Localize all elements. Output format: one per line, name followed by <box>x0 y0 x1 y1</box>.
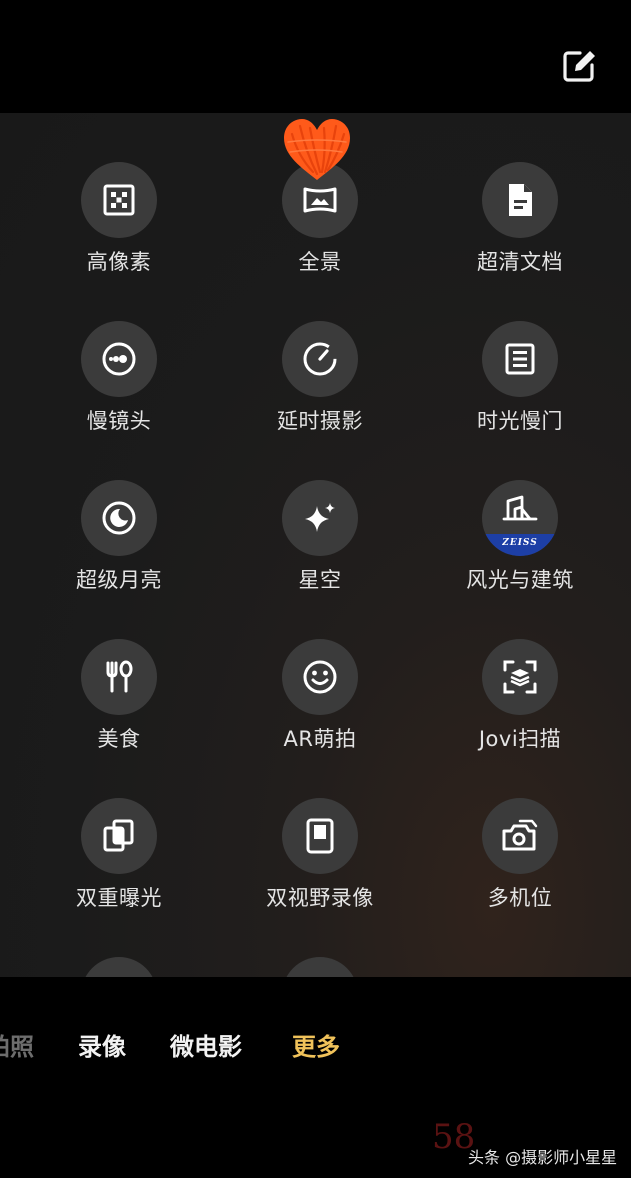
landscape-architecture-icon: ZEISS <box>482 480 558 556</box>
mode-label: 延时摄影 <box>277 409 363 433</box>
mode-label: 高像素 <box>86 250 152 274</box>
mode-label: 双重曝光 <box>76 886 162 910</box>
mode-dual-view[interactable]: 双视野录像 <box>220 798 420 928</box>
mode-double-exposure[interactable]: 双重曝光 <box>19 798 219 928</box>
edit-icon[interactable] <box>560 47 598 85</box>
partial-mode-icon[interactable] <box>282 957 358 977</box>
mode-multi-camera[interactable]: 多机位 <box>420 798 620 928</box>
mode-food[interactable]: 美食 <box>19 639 219 769</box>
mode-label: 双视野录像 <box>266 886 374 910</box>
mode-tab-bar: 拍照 录像 微电影 更多 58 头条 @摄影师小星星 <box>0 977 631 1178</box>
slow-motion-icon <box>81 321 157 397</box>
mode-super-moon[interactable]: 超级月亮 <box>19 480 219 610</box>
scan-icon <box>482 639 558 715</box>
high-pixel-icon <box>81 162 157 238</box>
mode-slow-shutter[interactable]: 时光慢门 <box>420 321 620 451</box>
mode-label: 全景 <box>298 250 342 274</box>
mode-ar[interactable]: AR萌拍 <box>220 639 420 769</box>
mode-starry-sky[interactable]: 星空 <box>220 480 420 610</box>
mode-high-pixel[interactable]: 高像素 <box>19 162 219 292</box>
mode-grid: 高像素 全景 超清文档 慢镜头 延时摄影 时光慢门 超级月亮 星空 ZEISS … <box>0 113 631 977</box>
mode-slow-motion[interactable]: 慢镜头 <box>19 321 219 451</box>
food-icon <box>81 639 157 715</box>
smiley-icon <box>282 639 358 715</box>
mode-label: AR萌拍 <box>283 727 357 751</box>
top-bar <box>0 0 631 113</box>
slow-shutter-icon <box>482 321 558 397</box>
partial-mode-icon[interactable] <box>81 957 157 977</box>
tab-more[interactable]: 更多 <box>292 1027 340 1062</box>
mode-label: 超级月亮 <box>76 568 162 592</box>
moon-icon <box>81 480 157 556</box>
mode-label: 慢镜头 <box>86 409 152 433</box>
mode-document[interactable]: 超清文档 <box>420 162 620 292</box>
starry-sky-icon <box>282 480 358 556</box>
timelapse-icon <box>282 321 358 397</box>
mode-label: 美食 <box>97 727 141 751</box>
zeiss-badge: ZEISS <box>482 534 558 556</box>
double-exposure-icon <box>81 798 157 874</box>
tab-micro-film[interactable]: 微电影 <box>170 1027 242 1062</box>
mode-jovi-scan[interactable]: Jovi扫描 <box>420 639 620 769</box>
mode-label: 星空 <box>298 568 342 592</box>
mode-label: 时光慢门 <box>477 409 563 433</box>
heart-sticker-icon <box>284 119 350 180</box>
tab-photo[interactable]: 拍照 <box>0 1027 34 1062</box>
mode-label: 超清文档 <box>477 250 563 274</box>
watermark-text: 头条 @摄影师小星星 <box>468 1148 618 1167</box>
zeiss-logo-text: ZEISS <box>502 538 538 548</box>
mode-label: Jovi扫描 <box>478 727 562 751</box>
mode-landscape-architecture[interactable]: ZEISS 风光与建筑 <box>420 480 620 610</box>
tab-video[interactable]: 录像 <box>78 1027 126 1062</box>
mode-label: 多机位 <box>487 886 553 910</box>
dual-view-icon <box>282 798 358 874</box>
document-icon <box>482 162 558 238</box>
mode-label: 风光与建筑 <box>466 568 574 592</box>
multi-camera-icon <box>482 798 558 874</box>
mode-timelapse[interactable]: 延时摄影 <box>220 321 420 451</box>
